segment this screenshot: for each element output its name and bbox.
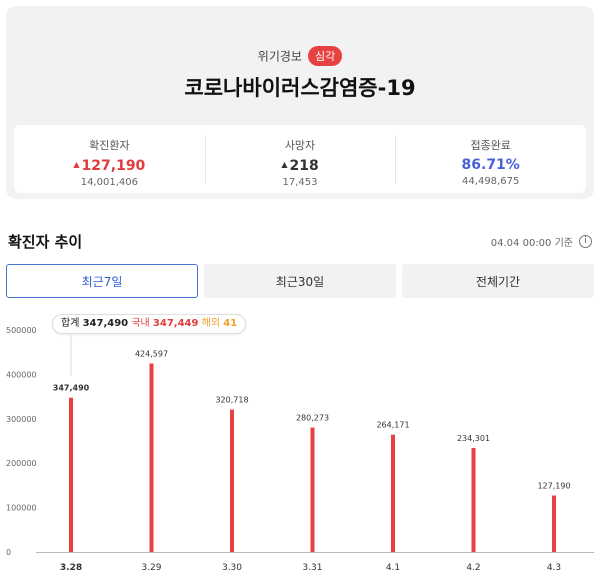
x-tick-label: 4.2 <box>466 563 480 573</box>
bar-value-label: 320,718 <box>215 396 248 405</box>
tooltip-total-label: 합계 <box>61 318 80 329</box>
alert-level: 위기경보 심각 <box>6 46 594 66</box>
bar <box>310 427 315 552</box>
stats-panel: 확진환자 ▲ 127,190 14,001,406 사망자 ▲ 218 17,453… <box>14 125 586 193</box>
y-tick-label: 500000 <box>6 326 37 335</box>
bar <box>149 363 154 552</box>
stat-value: 218 <box>289 158 319 174</box>
x-tick-label: 4.1 <box>386 563 400 573</box>
arrow-up-icon: ▲ <box>73 160 80 169</box>
bar <box>69 397 73 552</box>
x-tick-label: 3.28 <box>60 563 82 573</box>
section-date: 04.04 00:00 기준 i <box>491 234 592 249</box>
confirmed-cases-chart: 0 100000 200000 300000 400000 500000 347,490 3.… <box>6 326 594 573</box>
bar <box>552 495 556 552</box>
x-tick-label: 3.31 <box>302 563 322 573</box>
y-tick-label: 300000 <box>6 415 37 424</box>
x-tick-label: 3.29 <box>141 563 161 573</box>
alert-badge: 심각 <box>307 46 343 66</box>
tab-recent-30-days[interactable]: 최근30일 <box>204 264 396 298</box>
stat-total: 44,498,675 <box>462 176 520 187</box>
bar <box>230 409 234 552</box>
stat-name: 사망자 <box>284 139 316 152</box>
tooltip-total: 347,490 <box>82 318 129 329</box>
chart-tooltip: 합계 347,490 국내 347,449 해외 41 <box>52 314 247 334</box>
stat-value: 86.71% <box>461 157 520 173</box>
stat-vaccinated: 접종완료 86.71% 44,498,675 <box>395 125 586 193</box>
stat-value: 127,190 <box>81 158 146 174</box>
y-tick-label: 100000 <box>6 504 37 513</box>
bar-value-label: 347,490 <box>53 384 90 393</box>
tooltip-overseas-label: 해외 <box>201 318 221 329</box>
stat-total: 14,001,406 <box>80 177 138 188</box>
tab-all-period[interactable]: 전체기간 <box>402 264 594 298</box>
bar <box>391 434 395 552</box>
period-tabs: 최근7일 최근30일 전체기간 <box>6 264 594 298</box>
stat-name: 접종완료 <box>470 139 511 152</box>
status-card: 위기경보 심각 코로나바이러스감염증-19 확진환자 ▲ 127,190 14,00… <box>6 6 594 199</box>
y-tick-label: 200000 <box>6 459 37 468</box>
stat-name: 확진환자 <box>89 139 130 152</box>
stat-confirmed: 확진환자 ▲ 127,190 14,001,406 <box>14 125 205 193</box>
arrow-up-icon: ▲ <box>281 160 288 169</box>
x-tick-label: 3.30 <box>222 563 242 573</box>
bar-value-label: 280,273 <box>296 414 329 423</box>
tooltip-domestic: 347,449 <box>152 318 199 329</box>
page-title: 코로나바이러스감염증-19 <box>184 76 416 100</box>
y-tick-label: 0 <box>6 548 11 557</box>
alert-label: 위기경보 <box>257 49 302 64</box>
bar-value-label: 234,301 <box>457 434 490 443</box>
x-tick-label: 4.3 <box>547 563 561 573</box>
bar-value-label: 424,597 <box>135 349 168 358</box>
bar-value-label: 127,190 <box>537 482 570 491</box>
tooltip-overseas: 41 <box>223 318 238 329</box>
section-title: 확진자 추이 <box>8 233 83 251</box>
tab-recent-7-days[interactable]: 최근7일 <box>6 264 198 298</box>
bar-value-label: 264,171 <box>376 421 409 430</box>
tooltip-domestic-label: 국내 <box>131 318 150 329</box>
stat-total: 17,453 <box>282 177 318 188</box>
info-icon[interactable]: i <box>579 235 592 248</box>
date-label: 04.04 00:00 기준 <box>490 238 573 249</box>
stat-deaths: 사망자 ▲ 218 17,453 <box>204 125 396 193</box>
y-tick-label: 400000 <box>6 370 37 379</box>
bar <box>471 447 476 552</box>
